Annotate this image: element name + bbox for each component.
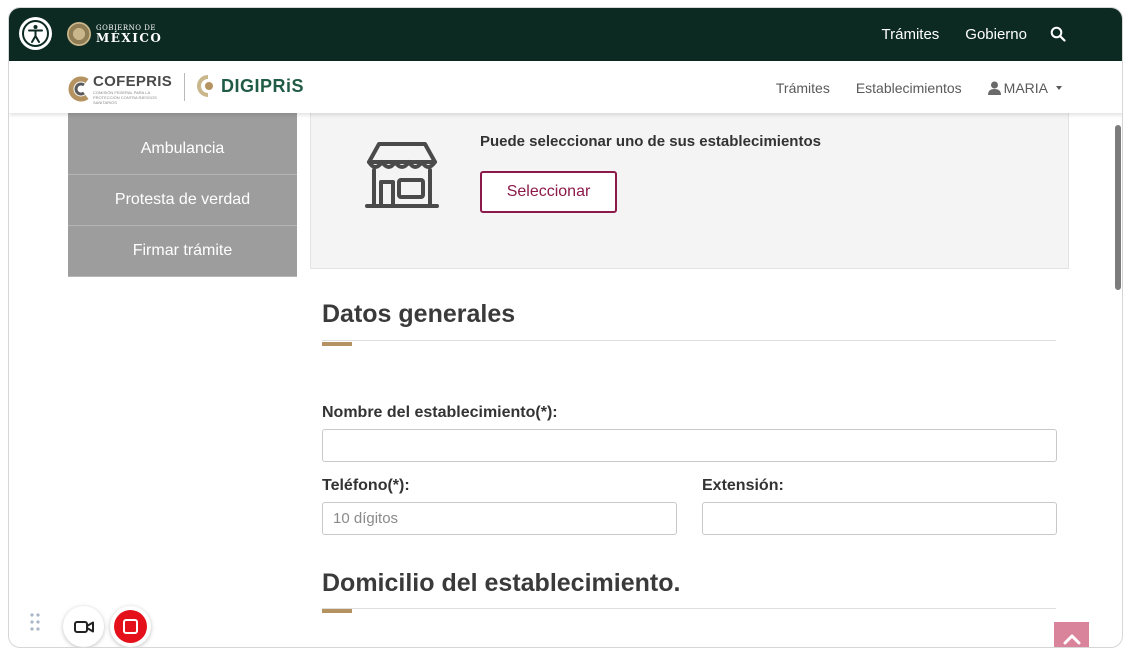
chevron-down-icon [1056, 86, 1062, 90]
accessibility-icon[interactable] [19, 17, 52, 50]
steps-sidebar: Ambulancia Protesta de verdad Firmar trá… [68, 113, 297, 277]
logo-line-2: MÉXICO [96, 30, 163, 45]
sidebar-item-ambulancia[interactable]: Ambulancia [68, 113, 297, 175]
search-icon[interactable] [1050, 26, 1066, 42]
gob-nav-gobierno[interactable]: Gobierno [965, 26, 1027, 43]
cofepris-logo[interactable]: COFEPRIS COMISIÓN FEDERAL PARA LA PROTEC… [67, 73, 172, 105]
back-to-top-button[interactable] [1054, 622, 1089, 647]
chevron-up-icon [1063, 634, 1080, 644]
cofepris-mark-icon [68, 76, 89, 102]
sidebar-item-firmar-tramite[interactable]: Firmar trámite [68, 226, 297, 277]
store-icon [365, 142, 439, 208]
extension-label: Extensión: [702, 477, 784, 494]
datos-generales-rule [322, 340, 1056, 341]
sidebar-item-protesta-de-verdad[interactable]: Protesta de verdad [68, 175, 297, 226]
gob-nav-tramites[interactable]: Trámites [882, 26, 940, 43]
national-seal-icon [67, 22, 91, 46]
browser-viewport: GOBIERNO DE MÉXICO Trámites Gobierno COF… [8, 7, 1123, 648]
stop-recording-button[interactable] [110, 606, 151, 647]
gobierno-de-mexico-logo[interactable]: GOBIERNO DE MÉXICO [67, 22, 162, 46]
datos-generales-accent [322, 342, 352, 346]
user-name: MARIA [1003, 80, 1048, 96]
domicilio-rule [322, 608, 1056, 609]
establishment-panel: Puede seleccionar uno de sus establecimi… [310, 113, 1069, 269]
page-scrollbar[interactable] [1115, 125, 1121, 290]
nav-tramites[interactable]: Trámites [776, 80, 830, 96]
nombre-input[interactable] [322, 429, 1057, 462]
nombre-label: Nombre del establecimiento(*): [322, 404, 558, 421]
government-nav: Trámites Gobierno [882, 26, 1028, 43]
user-icon [987, 81, 1001, 95]
digipris-name: DIGIPRiS [221, 75, 305, 96]
user-menu[interactable]: MARIA [987, 80, 1062, 96]
extension-input[interactable] [702, 502, 1057, 535]
logo-divider [184, 73, 185, 101]
app-header: COFEPRIS COMISIÓN FEDERAL PARA LA PROTEC… [9, 61, 1122, 113]
video-camera-icon [73, 620, 94, 633]
telefono-label: Teléfono(*): [322, 477, 410, 494]
main-nav: Trámites Establecimientos MARIA [776, 80, 1062, 96]
stop-record-icon [114, 610, 147, 643]
camera-toggle-button[interactable] [63, 606, 104, 647]
telefono-input[interactable] [322, 502, 677, 535]
datos-generales-title: Datos generales [322, 300, 516, 328]
domicilio-title: Domicilio del establecimiento. [322, 569, 681, 597]
digipris-logo[interactable]: DIGIPRiS [196, 75, 304, 97]
establishment-message: Puede seleccionar uno de sus establecimi… [480, 133, 821, 150]
nav-establecimientos[interactable]: Establecimientos [856, 80, 962, 96]
cofepris-tagline: COMISIÓN FEDERAL PARA LA PROTECCIÓN CONT… [93, 90, 157, 105]
cofepris-name: COFEPRIS [93, 73, 173, 90]
digipris-mark-icon [197, 75, 213, 97]
domicilio-accent [322, 609, 352, 613]
government-header: GOBIERNO DE MÉXICO Trámites Gobierno [9, 8, 1122, 61]
drag-handle-icon[interactable] [30, 613, 40, 631]
seleccionar-button[interactable]: Seleccionar [480, 171, 617, 213]
